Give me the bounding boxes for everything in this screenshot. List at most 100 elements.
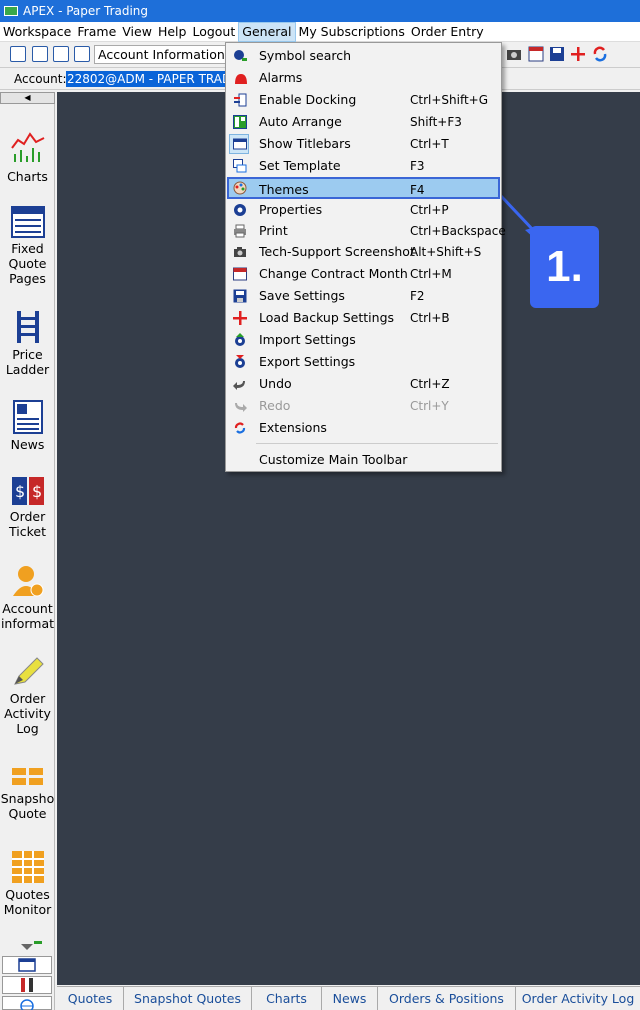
sidebar-item-charts[interactable]: Charts — [0, 130, 55, 184]
menu-item-export-settings[interactable]: Export Settings — [227, 351, 500, 373]
charts-icon — [10, 132, 44, 162]
tab-orders-positions[interactable]: Orders & Positions — [378, 987, 516, 1010]
sidebar-label-snapshot-quote: Snapsho Quote — [0, 791, 55, 821]
tools-icon — [21, 978, 33, 992]
sidebar-label-quotes-monitor: Quotes Monitor — [3, 887, 52, 917]
refresh-window-icon[interactable] — [74, 46, 90, 62]
sidebar-label-fixed-quote-pages: Fixed Quote Pages — [8, 241, 47, 286]
menu-help[interactable]: Help — [155, 22, 190, 42]
account-information-selector[interactable]: Account Information — [94, 45, 226, 64]
auto-arrange-icon — [233, 115, 247, 129]
tab-order-activity-log[interactable]: Order Activity Log — [516, 987, 640, 1010]
save-icon[interactable] — [549, 46, 565, 62]
menu-item-show-titlebars[interactable]: Show Titlebars Ctrl+T — [227, 133, 500, 155]
menu-item-tech-support-screenshot[interactable]: Tech-Support Screenshot Alt+Shift+S — [227, 241, 500, 263]
sidebar-label-account-information: Account informat — [0, 601, 55, 631]
menu-view[interactable]: View — [119, 22, 155, 42]
menu-item-undo[interactable]: Undo Ctrl+Z — [227, 373, 500, 395]
sidebar-item-quotes-monitor[interactable]: Quotes Monitor — [0, 850, 55, 917]
extensions-icon[interactable] — [591, 45, 609, 63]
menu-separator — [256, 443, 498, 444]
sidebar-item-order-ticket[interactable]: $ $ Order Ticket — [0, 476, 55, 539]
globe-icon — [20, 999, 34, 1010]
tab-news[interactable]: News — [322, 987, 378, 1010]
camera-icon[interactable] — [506, 46, 522, 62]
sidebar-item-news[interactable]: News — [0, 400, 55, 452]
menu-item-import-settings[interactable]: Import Settings — [227, 329, 500, 351]
extensions-icon — [234, 422, 246, 434]
menu-item-auto-arrange[interactable]: Auto Arrange Shift+F3 — [227, 111, 500, 133]
fixed-quote-pages-icon — [10, 206, 45, 238]
sidebar-item-fixed-quote-pages[interactable]: Fixed Quote Pages — [0, 206, 55, 286]
left-sidebar: ◀ Charts Fixed Quote Pages Price Ladder — [0, 92, 55, 1010]
account-selector[interactable]: 22802@ADM - PAPER TRADING — [66, 71, 226, 87]
menu-item-set-template[interactable]: Set Template F3 — [227, 155, 500, 177]
bottom-tab-bar: Quotes Snapshot Quotes Charts News Order… — [57, 986, 640, 1010]
new-window-icon[interactable] — [10, 46, 26, 62]
sidebar-label-charts: Charts — [7, 169, 48, 184]
tab-snapshot-quotes[interactable]: Snapshot Quotes — [124, 987, 252, 1010]
order-ticket-icon: $ $ — [11, 477, 44, 505]
menu-item-customize-main-toolbar[interactable]: Customize Main Toolbar — [227, 449, 500, 471]
camera-icon — [234, 247, 246, 257]
sidebar-more-icon[interactable] — [20, 940, 44, 952]
calendar-icon — [233, 267, 247, 281]
sidebar-globe-button[interactable] — [2, 996, 52, 1010]
plus-icon[interactable] — [570, 46, 586, 62]
save-icon — [233, 289, 247, 303]
quotes-monitor-icon — [11, 851, 44, 883]
menu-item-symbol-search[interactable]: Symbol search — [227, 45, 500, 67]
print-icon — [234, 224, 246, 238]
sidebar-tools-button[interactable] — [2, 976, 52, 994]
menu-item-extensions[interactable]: Extensions — [227, 417, 500, 439]
sidebar-item-snapshot-quote[interactable]: Snapsho Quote — [0, 766, 55, 821]
snapshot-quote-icon — [11, 768, 43, 785]
sidebar-item-account-information[interactable]: Account informat — [0, 564, 55, 631]
menu-item-save-settings[interactable]: Save Settings F2 — [227, 285, 500, 307]
price-ladder-icon — [16, 311, 39, 343]
menu-item-change-contract-month[interactable]: Change Contract Month Ctrl+M — [227, 263, 500, 285]
menu-frame[interactable]: Frame — [74, 22, 119, 42]
export-settings-icon — [235, 355, 245, 368]
tab-quotes[interactable]: Quotes — [57, 987, 124, 1010]
callout-step-badge: 1. — [530, 226, 599, 308]
titlebar-icon — [233, 138, 247, 150]
menu-item-enable-docking[interactable]: Enable Docking Ctrl+Shift+G — [227, 89, 500, 111]
menu-item-themes[interactable]: Themes F4 — [227, 177, 500, 199]
symbol-search-icon — [234, 50, 247, 61]
menu-item-print[interactable]: Print Ctrl+Backspace — [227, 220, 506, 242]
menu-item-alarms[interactable]: Alarms — [227, 67, 500, 89]
menu-workspace[interactable]: Workspace — [0, 22, 74, 42]
menu-bar: Workspace Frame View Help Logout General… — [0, 21, 640, 42]
menu-item-load-backup-settings[interactable]: Load Backup Settings Ctrl+B — [227, 307, 500, 329]
sidebar-window-button[interactable] — [2, 956, 52, 974]
sidebar-item-price-ladder[interactable]: Price Ladder — [0, 310, 55, 377]
undo-icon — [233, 381, 245, 390]
docking-icon — [234, 93, 247, 107]
open-window-icon[interactable] — [32, 46, 48, 62]
sidebar-item-order-activity-log[interactable]: Order Activity Log — [0, 654, 55, 736]
sidebar-collapse-button[interactable]: ◀ — [0, 92, 55, 104]
menu-item-properties[interactable]: Properties Ctrl+P — [227, 199, 500, 221]
menu-general[interactable]: General — [238, 21, 296, 42]
tile-window-icon[interactable] — [53, 46, 69, 62]
window-titlebar: APEX - Paper Trading — [0, 0, 640, 22]
plus-icon — [233, 311, 247, 325]
sidebar-label-price-ladder: Price Ladder — [5, 347, 50, 377]
account-label: Account: — [14, 72, 67, 86]
tab-charts[interactable]: Charts — [252, 987, 322, 1010]
menu-my-subscriptions[interactable]: My Subscriptions — [296, 22, 408, 42]
apex-logo-icon — [4, 6, 18, 16]
template-icon — [233, 159, 247, 173]
alarm-icon — [235, 74, 247, 84]
sidebar-label-order-activity-log: Order Activity Log — [4, 691, 51, 736]
properties-icon — [234, 204, 246, 216]
general-menu-dropdown: Symbol search Alarms Enable Docking Ctrl… — [225, 42, 506, 472]
import-settings-icon — [235, 333, 245, 346]
svg-text:$: $ — [32, 482, 42, 501]
account-information-icon — [12, 566, 43, 597]
menu-logout[interactable]: Logout — [189, 22, 238, 42]
menu-item-redo[interactable]: Redo Ctrl+Y — [227, 395, 500, 417]
calendar-icon[interactable] — [528, 45, 544, 62]
menu-order-entry[interactable]: Order Entry — [408, 22, 487, 42]
